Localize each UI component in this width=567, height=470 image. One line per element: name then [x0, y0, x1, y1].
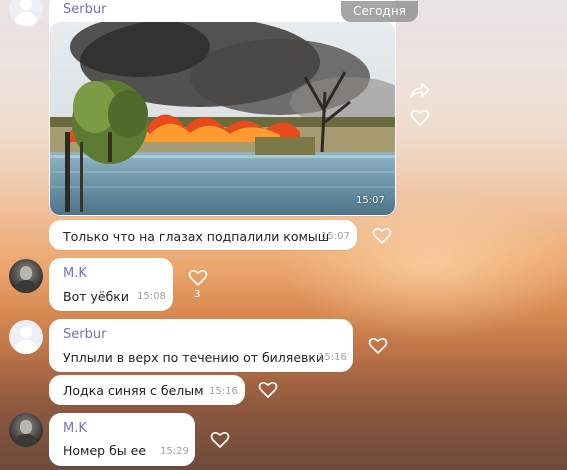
avatar-mk[interactable] [9, 259, 43, 293]
message-time: 15:07 [321, 231, 350, 242]
share-icon[interactable] [409, 82, 431, 100]
heart-icon[interactable] [210, 430, 230, 450]
message-text: Вот уёбки [63, 289, 129, 304]
avatar-mk[interactable] [9, 413, 43, 447]
avatar-serbur[interactable] [9, 0, 43, 26]
message-photo[interactable] [50, 22, 395, 215]
heart-icon[interactable] [372, 226, 392, 246]
sender-name[interactable]: Serbur [63, 2, 106, 17]
message-time: 15:08 [137, 291, 166, 302]
message-text: Номер бы ее [63, 443, 147, 458]
message-time: 15:29 [160, 446, 189, 457]
heart-icon[interactable] [188, 268, 208, 288]
date-divider: Сегодня [341, 1, 418, 22]
message-text: Уплыли в верх по течению от биляевки [63, 350, 325, 365]
sender-name[interactable]: Serbur [63, 327, 106, 342]
heart-icon[interactable] [410, 108, 430, 128]
sender-name[interactable]: M.K [63, 266, 87, 281]
heart-icon[interactable] [368, 336, 388, 356]
avatar-serbur[interactable] [9, 320, 43, 354]
message-time: 15:16 [318, 352, 347, 363]
message-text: Только что на глазах подпалили комыш [63, 229, 330, 244]
message-time: 15:16 [209, 386, 238, 397]
image-timestamp: 15:07 [356, 195, 385, 206]
like-count: 3 [194, 289, 201, 300]
heart-icon[interactable] [258, 380, 278, 400]
message-text: Лодка синяя с белым [63, 383, 204, 398]
sender-name[interactable]: M.K [63, 421, 87, 436]
